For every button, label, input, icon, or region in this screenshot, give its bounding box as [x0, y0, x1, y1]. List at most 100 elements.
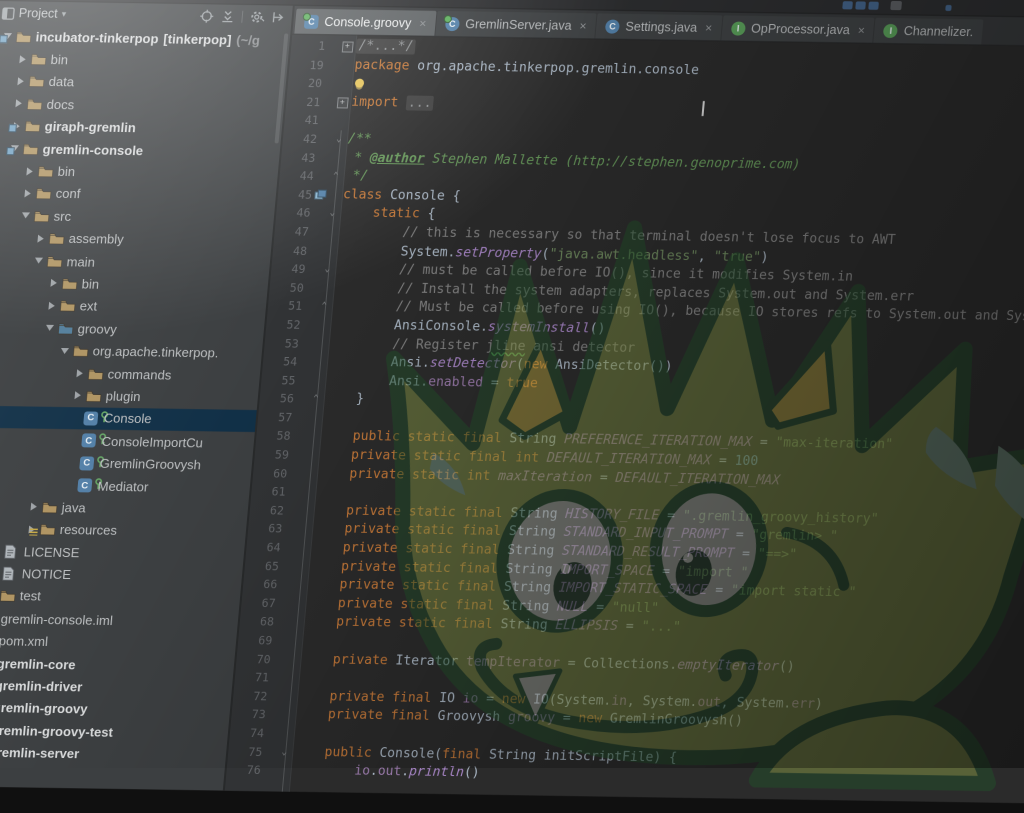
file-icon: [3, 544, 24, 559]
line-number: 65: [244, 557, 280, 576]
toolbar-icon[interactable]: [842, 1, 853, 9]
tree-item-label: assembly: [68, 231, 124, 247]
folder-icon: [87, 367, 108, 380]
tab-close-icon[interactable]: ×: [579, 19, 587, 33]
chevron-right-icon[interactable]: [10, 100, 27, 108]
chevron-down-icon[interactable]: [57, 348, 74, 354]
groovy-class-icon: C: [304, 14, 319, 28]
gutter-icon-slot: [311, 189, 328, 201]
tab-close-icon[interactable]: ×: [419, 16, 427, 30]
tree-item-label: bin: [50, 52, 69, 67]
toolbar-icon[interactable]: [945, 5, 952, 11]
toolbar-icon[interactable]: [868, 2, 879, 10]
tree-item-label: ConsoleImportCu: [101, 433, 203, 450]
chevron-down-icon[interactable]: [18, 213, 35, 219]
fold-collapse-icon[interactable]: ⌄: [324, 260, 331, 279]
chevron-right-icon[interactable]: [12, 77, 29, 85]
fold-expand-icon[interactable]: +: [336, 97, 348, 108]
fold-collapse-icon[interactable]: ⌄: [281, 743, 288, 762]
gutter-line: 42 ⌄: [282, 129, 348, 149]
code-editor[interactable]: 1+192021+4142⌄4344⌃4546⌄474849⌄5051⌃5253…: [225, 35, 1024, 804]
panel-title-dropdown-icon[interactable]: ▾: [61, 8, 67, 19]
gutter-line: 68: [239, 612, 305, 632]
line-number: 57: [257, 408, 293, 427]
gutter-line: 50: [269, 278, 335, 298]
tree-item-label: GremlinGroovysh: [99, 456, 201, 473]
class-icon: C: [79, 455, 100, 471]
line-number: 42: [282, 129, 318, 148]
line-number: 67: [241, 594, 277, 613]
panel-title[interactable]: Project: [18, 6, 58, 21]
line-number: 48: [272, 241, 308, 260]
gutter-line: 71: [234, 668, 300, 688]
gutter-line: 55: [261, 371, 327, 391]
chevron-right-icon[interactable]: [32, 234, 49, 242]
folder-icon: [41, 501, 62, 514]
chevron-down-icon[interactable]: [31, 258, 48, 264]
code-area[interactable]: /*...*/package org.apache.tinkerpop.grem…: [290, 36, 1024, 804]
tab-settings-java[interactable]: CSettings.java×: [595, 13, 722, 40]
locate-icon[interactable]: [199, 9, 214, 23]
separator: [241, 11, 243, 23]
tree-item-label: gremlin-groovy: [0, 700, 88, 716]
java-interface-icon: I: [883, 23, 898, 37]
hide-icon[interactable]: [271, 10, 286, 24]
gutter-line: 51 ⌃: [267, 297, 333, 317]
tab-channelizer-[interactable]: I Channelizer.: [874, 18, 984, 45]
tree-item-label: Console: [103, 411, 152, 427]
chevron-right-icon[interactable]: [14, 55, 31, 63]
chevron-right-icon[interactable]: [25, 503, 42, 511]
tree-item-gremlin-server[interactable]: gremlin-server: [0, 741, 227, 768]
line-number: 66: [242, 575, 278, 594]
fold-end-icon[interactable]: ⌃: [320, 297, 327, 316]
toolbar-icon[interactable]: [890, 1, 902, 10]
folder-icon: [33, 209, 54, 222]
gutter-line: 44⌃: [279, 167, 345, 187]
line-number: 53: [264, 334, 300, 353]
tool-window-icon: [1, 7, 15, 20]
tree-item-label: main: [66, 254, 96, 269]
tree-item-label: incubator-tinkerpop: [35, 29, 159, 46]
line-number: 58: [256, 427, 292, 446]
chevron-right-icon[interactable]: [69, 392, 86, 400]
tree-item-gremlin-groovy[interactable]: gremlin-groovy: [0, 696, 231, 723]
chevron-right-icon[interactable]: [71, 369, 88, 377]
intention-bulb-icon[interactable]: [355, 79, 365, 88]
tree-item-label: resources: [59, 522, 117, 538]
gutter-line: 64: [246, 538, 312, 558]
tab-close-icon[interactable]: ×: [705, 21, 713, 35]
chevron-right-icon[interactable]: [43, 302, 60, 310]
line-number: 54: [262, 352, 298, 371]
gutter-line: 67: [241, 594, 307, 614]
chevron-right-icon[interactable]: [21, 167, 38, 175]
line-number: 51: [267, 297, 303, 316]
chevron-right-icon[interactable]: [45, 279, 62, 287]
fold-collapse-icon[interactable]: ⌄: [329, 205, 336, 224]
line-number: 72: [232, 687, 268, 706]
fold-end-icon[interactable]: ⌃: [332, 167, 339, 186]
chevron-right-icon[interactable]: [19, 189, 36, 197]
tree-item-label: conf: [55, 186, 81, 201]
tab-opprocessor-java[interactable]: IOpProcessor.java×: [721, 15, 875, 42]
tree-item-gremlin-groovy-test[interactable]: gremlin-groovy-test: [0, 718, 229, 745]
gutter-line: 61: [251, 482, 317, 502]
line-number: 61: [251, 482, 287, 501]
tab-label: Channelizer.: [903, 24, 974, 39]
tab-console-groovy[interactable]: CConsole.groovy×: [294, 9, 436, 36]
gutter-line: 48: [272, 241, 338, 261]
gutter-line: 54: [262, 352, 328, 372]
gear-icon[interactable]: [249, 10, 265, 24]
chevron-down-icon[interactable]: [42, 325, 59, 331]
folder-icon: [48, 232, 69, 245]
tree-item-label: commands: [107, 366, 172, 382]
fold-expand-icon[interactable]: +: [341, 41, 353, 52]
tree-item-label: bin: [81, 276, 100, 291]
tab-gremlinserver-java[interactable]: CGremlinServer.java×: [435, 11, 597, 38]
fold-collapse-icon[interactable]: ⌄: [335, 130, 342, 149]
tree-item-label: gremlin-core: [0, 656, 76, 672]
tab-close-icon[interactable]: ×: [857, 23, 865, 37]
line-number: 55: [261, 371, 297, 390]
fold-end-icon[interactable]: ⌃: [312, 390, 319, 409]
collapse-all-icon[interactable]: [220, 9, 235, 23]
toolbar-icon[interactable]: [855, 1, 866, 9]
